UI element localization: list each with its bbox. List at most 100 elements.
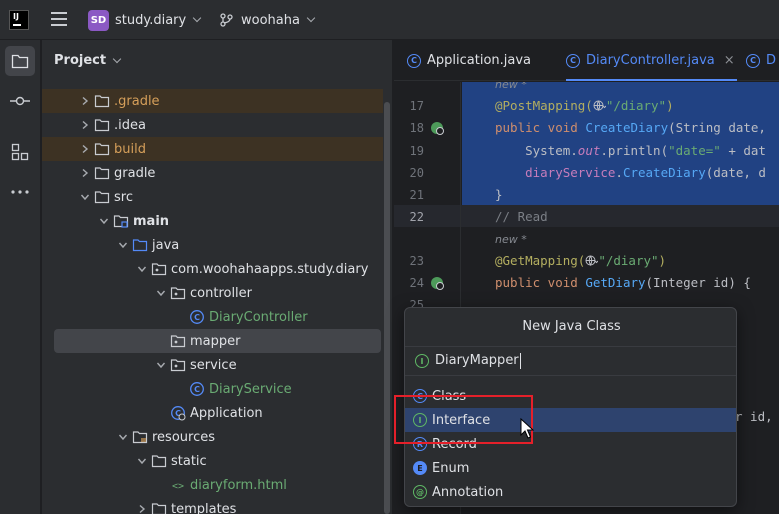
dialog-title: New Java Class <box>522 319 621 334</box>
tree-item[interactable]: .idea <box>42 113 383 137</box>
chevron-down-icon <box>192 13 202 23</box>
svg-text:C: C <box>194 313 200 322</box>
branch-switcher[interactable]: woohaha <box>219 9 316 31</box>
spring-endpoint-icon[interactable] <box>430 121 444 135</box>
tree-item[interactable]: com.woohahaapps.study.diary <box>42 257 383 281</box>
title-bar: IJ SD study.diary woohaha <box>0 0 779 40</box>
chevron-down-icon[interactable] <box>80 192 90 202</box>
chevron-down-icon[interactable] <box>118 432 128 442</box>
class-icon: C <box>566 53 580 68</box>
class-name-value: DiaryMapper <box>435 353 519 368</box>
tool-window-strip <box>0 40 41 514</box>
interface-kind-icon: I <box>415 354 429 368</box>
tree-item[interactable]: service <box>42 353 383 377</box>
tree-item[interactable]: mapper <box>54 329 381 353</box>
project-switcher[interactable]: SD study.diary <box>88 9 202 31</box>
tree-item[interactable]: .gradle <box>42 89 383 113</box>
line-number: 23 <box>409 254 424 268</box>
commit-tool-button[interactable] <box>5 86 35 116</box>
tree-item[interactable]: C Application <box>42 401 383 425</box>
chevron-right-icon[interactable] <box>80 168 90 178</box>
code-line-17: @PostMapping("/diary") <box>495 98 674 113</box>
tree-item-label: diaryform.html <box>190 477 287 493</box>
tree-item-label: com.woohahaapps.study.diary <box>171 261 369 277</box>
structure-tool-button[interactable] <box>5 137 35 167</box>
tree-item[interactable]: main <box>42 209 383 233</box>
tab-label: DiaryController.java <box>586 53 715 68</box>
code-fragment: r id, <box>735 409 773 424</box>
chevron-down-icon[interactable] <box>137 456 147 466</box>
tree-item[interactable]: C DiaryController <box>42 305 383 329</box>
chevron-down-icon[interactable] <box>156 288 166 298</box>
tree-item-label: resources <box>152 429 216 445</box>
branch-name: woohaha <box>241 12 300 28</box>
chevron-down-icon <box>112 54 122 63</box>
source-folder-icon <box>132 239 148 252</box>
mouse-cursor-icon <box>520 418 534 439</box>
folder-icon <box>94 191 110 204</box>
chevron-right-icon[interactable] <box>80 144 90 154</box>
tree-item-label: mapper <box>190 333 241 349</box>
tab-partial[interactable]: C D <box>746 40 776 81</box>
main-menu-icon[interactable] <box>51 12 67 26</box>
tree-item[interactable]: templates <box>42 497 383 514</box>
tree-item-label: .idea <box>114 117 146 133</box>
tree-item-label: gradle <box>114 165 156 181</box>
chevron-down-icon[interactable] <box>118 240 128 250</box>
package-icon <box>151 263 167 276</box>
globe-icon <box>585 255 599 267</box>
more-tools-button[interactable] <box>5 177 35 207</box>
project-panel-title: Project <box>54 53 107 68</box>
editor-tabs: C Application.java C DiaryController.jav… <box>394 40 779 81</box>
project-tool-button[interactable] <box>5 46 35 76</box>
code-line-23: @GetMapping("/diary") <box>495 253 667 268</box>
chevron-down-icon[interactable] <box>137 264 147 274</box>
spring-class-icon: C <box>171 406 186 421</box>
text-caret <box>520 353 521 369</box>
enum-kind-icon: E <box>413 461 427 475</box>
project-scrollbar[interactable] <box>384 102 390 514</box>
html-icon: <> <box>172 481 184 492</box>
class-icon: C <box>190 310 204 324</box>
tree-item[interactable]: controller <box>42 281 383 305</box>
line-number: 22 <box>409 210 424 224</box>
chevron-down-icon[interactable] <box>99 216 109 226</box>
tab-application-java[interactable]: C Application.java <box>407 40 531 81</box>
tree-item-label: build <box>114 141 146 157</box>
chevron-down-icon <box>306 13 316 23</box>
kind-option-label: Enum <box>432 460 470 476</box>
annotation-kind-icon: @ <box>413 485 427 499</box>
class-name-input[interactable]: I DiaryMapper <box>405 346 736 376</box>
resources-folder-icon <box>132 431 148 444</box>
chevron-right-icon[interactable] <box>80 120 90 130</box>
tree-item[interactable]: src <box>42 185 383 209</box>
code-line-19: System.out.println("date=" + dat <box>495 143 766 158</box>
project-panel-header[interactable]: Project <box>54 53 122 68</box>
tree-item-label: DiaryService <box>209 381 292 397</box>
tree-item-label: static <box>171 453 207 469</box>
tree-item[interactable]: build <box>42 137 383 161</box>
tree-item[interactable]: <> diaryform.html <box>42 473 383 497</box>
tree-item[interactable]: gradle <box>42 161 383 185</box>
tree-item[interactable]: java <box>42 233 383 257</box>
close-icon[interactable]: × <box>724 53 735 68</box>
tree-item[interactable]: static <box>42 449 383 473</box>
svg-text:<>: <> <box>172 481 184 492</box>
chevron-right-icon[interactable] <box>80 96 90 106</box>
code-line-21: } <box>495 187 503 202</box>
kind-option-annotation[interactable]: @ Annotation <box>405 480 736 504</box>
tree-item[interactable]: resources <box>42 425 383 449</box>
folder-icon <box>151 503 167 514</box>
kind-option-enum[interactable]: E Enum <box>405 456 736 480</box>
chevron-down-icon[interactable] <box>156 360 166 370</box>
code-line-18: public void CreateDiary(String date, <box>495 120 766 135</box>
chevron-right-icon[interactable] <box>137 504 147 514</box>
tab-label: D <box>766 53 777 68</box>
tree-item[interactable]: C DiaryService <box>42 377 383 401</box>
code-line-20: diaryService.CreateDiary(date, d <box>495 165 766 180</box>
app-logo-icon[interactable]: IJ <box>9 10 29 30</box>
git-branch-icon <box>220 13 233 27</box>
class-icon: C <box>746 53 760 68</box>
spring-endpoint-icon[interactable] <box>430 276 444 290</box>
tab-diarycontroller-java[interactable]: C DiaryController.java × <box>566 40 737 81</box>
